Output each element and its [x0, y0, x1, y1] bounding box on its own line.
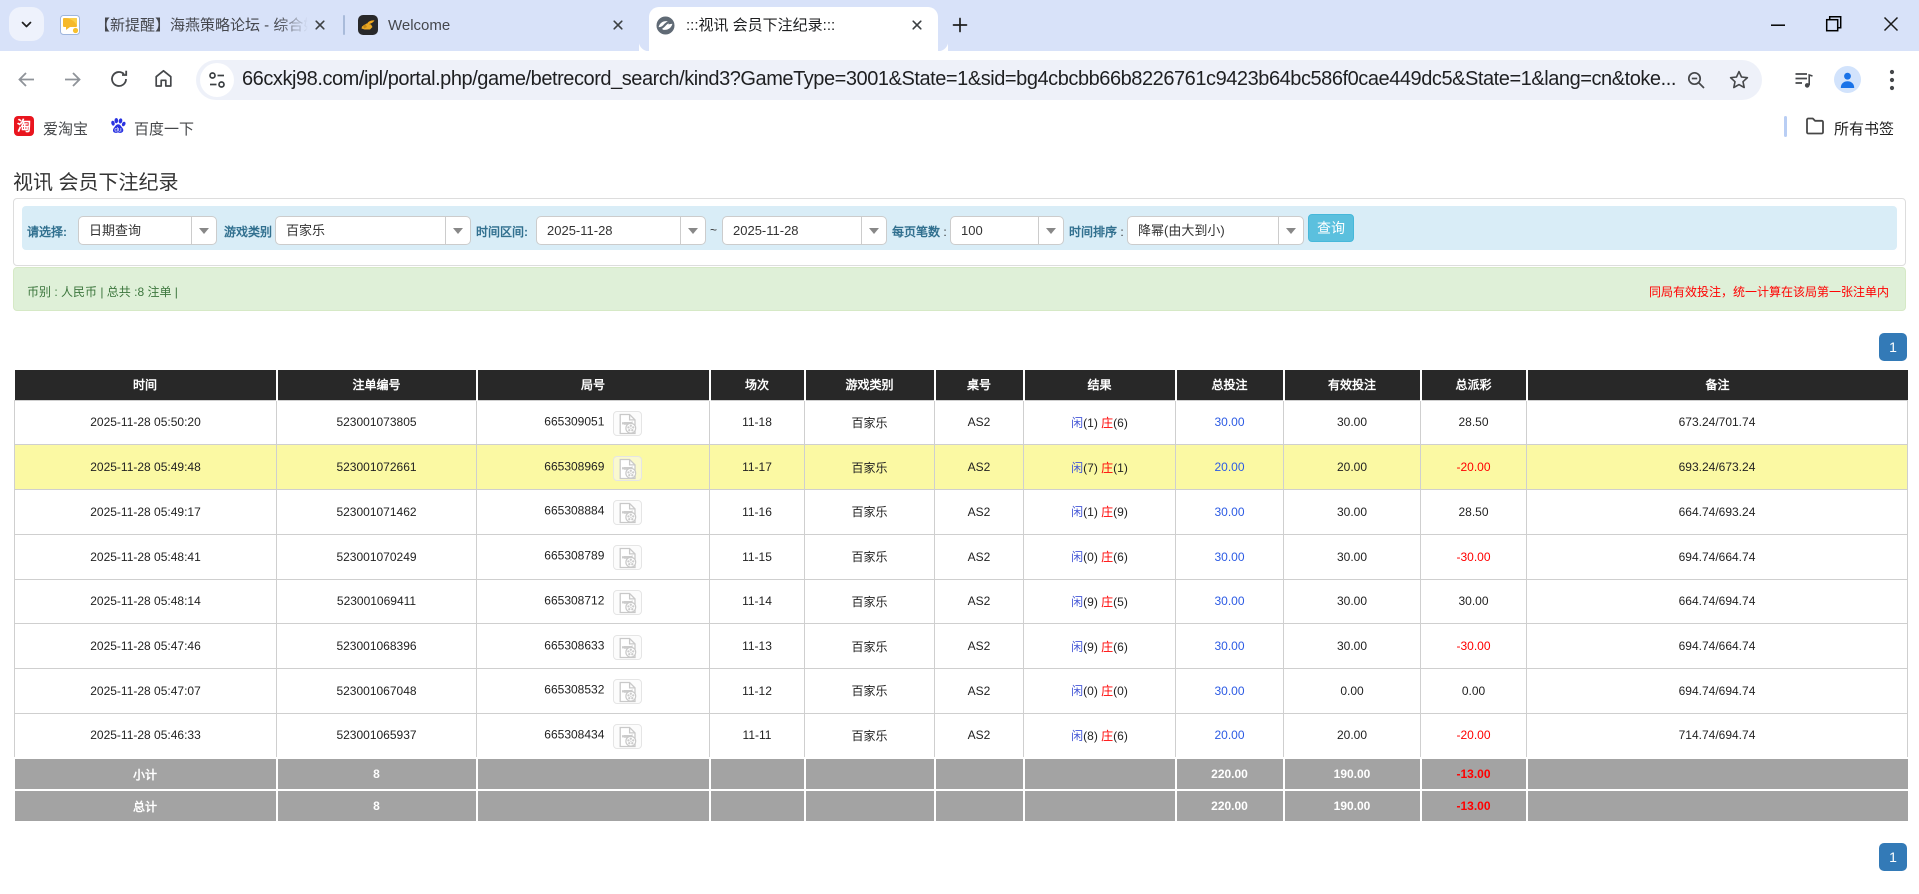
svg-text:du: du: [114, 126, 122, 133]
